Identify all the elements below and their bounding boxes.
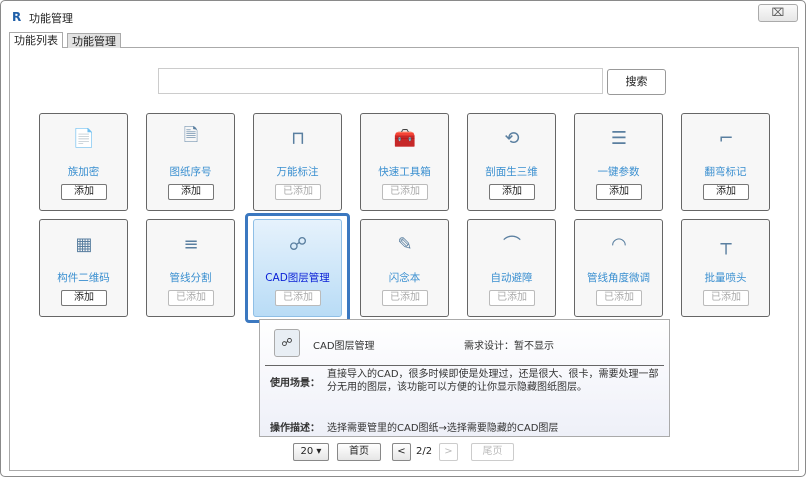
function-name: 一键参数 bbox=[597, 166, 640, 178]
function-card[interactable]: ⌒ 自动避障 已添加 bbox=[467, 219, 556, 317]
add-button[interactable]: 已添加 bbox=[275, 184, 321, 200]
function-name: 构件二维码 bbox=[57, 272, 110, 284]
close-button[interactable]: ⌧ bbox=[758, 4, 798, 22]
function-card[interactable]: ✎ 闪念本 已添加 bbox=[360, 219, 449, 317]
function-name: 自动避障 bbox=[490, 272, 533, 284]
add-button[interactable]: 已添加 bbox=[168, 290, 214, 306]
cad-layer-icon: ☍ bbox=[274, 329, 300, 357]
function-name: 剖面生三维 bbox=[485, 166, 538, 178]
add-button[interactable]: 添加 bbox=[168, 184, 214, 200]
function-card[interactable]: ⊓ 万能标注 已添加 bbox=[253, 113, 342, 211]
add-button[interactable]: 已添加 bbox=[489, 290, 535, 306]
function-card[interactable]: ▦ 构件二维码 添加 bbox=[39, 219, 128, 317]
function-card[interactable]: ⌐ 翻弯标记 添加 bbox=[681, 113, 770, 211]
window-title: 功能管理 bbox=[29, 12, 73, 25]
add-button[interactable]: 添加 bbox=[703, 184, 749, 200]
add-button[interactable]: 添加 bbox=[596, 184, 642, 200]
function-name: 闪念本 bbox=[388, 272, 421, 284]
function-card[interactable]: ⟲ 剖面生三维 添加 bbox=[467, 113, 556, 211]
tab-bar: 功能列表 功能管理 bbox=[9, 31, 799, 49]
last-page-button[interactable]: 尾页 bbox=[471, 443, 514, 461]
pipe-split-icon: ≡ bbox=[183, 233, 199, 255]
qr-code-icon: ▦ bbox=[75, 233, 93, 255]
operation-label: 操作描述： bbox=[270, 423, 320, 434]
auto-avoid-icon: ⌒ bbox=[503, 235, 521, 256]
toolbox-icon: 🧰 bbox=[393, 127, 417, 149]
tab-function-list[interactable]: 功能列表 bbox=[9, 32, 63, 49]
app-logo-icon: R bbox=[12, 10, 22, 24]
function-name: 翻弯标记 bbox=[704, 166, 747, 178]
function-card[interactable]: 🧰 快速工具箱 已添加 bbox=[360, 113, 449, 211]
title-bar: R 功能管理 ⌧ bbox=[1, 1, 805, 29]
page-indicator: 2/2 bbox=[416, 446, 433, 457]
function-card[interactable]: ≡ 管线分割 已添加 bbox=[146, 219, 235, 317]
function-name: 万能标注 bbox=[276, 166, 319, 178]
first-page-button[interactable]: 首页 bbox=[337, 443, 381, 461]
function-manager-window: R 功能管理 ⌧ 功能列表 功能管理 搜索 📄 族加密 添加 🗎 图纸序号 添加 ⊓… bbox=[0, 0, 806, 477]
function-card[interactable]: 🗎 图纸序号 添加 bbox=[146, 113, 235, 211]
usage-text: 直接导入的CAD，很多时候即使是处理过，还是很大、很卡，需要处理一部分无用的图层… bbox=[327, 369, 659, 393]
add-button[interactable]: 已添加 bbox=[703, 290, 749, 306]
add-button[interactable]: 添加 bbox=[61, 184, 107, 200]
function-name: 管线分割 bbox=[169, 272, 212, 284]
search-input[interactable] bbox=[158, 68, 603, 94]
function-name: 管线角度微调 bbox=[587, 272, 650, 284]
function-card[interactable]: ◠ 管线角度微调 已添加 bbox=[574, 219, 663, 317]
function-tooltip: ☍ CAD图层管理 需求设计：暂不显示 使用场景： 直接导入的CAD，很多时候即… bbox=[259, 319, 670, 437]
function-name: 快速工具箱 bbox=[378, 166, 431, 178]
sprinkler-icon: ┬ bbox=[720, 233, 732, 255]
tab-function-manage[interactable]: 功能管理 bbox=[67, 33, 121, 49]
page-size-select[interactable]: 20 ▾ bbox=[293, 443, 329, 461]
dimension-icon: ⊓ bbox=[290, 127, 306, 149]
function-name: 批量喷头 bbox=[704, 272, 747, 284]
search-button[interactable]: 搜索 bbox=[607, 69, 666, 95]
function-name: 族加密 bbox=[67, 166, 100, 178]
divider bbox=[265, 365, 664, 366]
operation-text: 选择需要管里的CAD图纸→选择需要隐藏的CAD图层 bbox=[327, 423, 559, 434]
usage-label: 使用场景： bbox=[270, 378, 320, 389]
tooltip-requirement: 需求设计：暂不显示 bbox=[464, 341, 554, 352]
notebook-icon: ✎ bbox=[397, 233, 413, 255]
add-button[interactable]: 已添加 bbox=[382, 184, 428, 200]
drawing-number-icon: 🗎 bbox=[183, 125, 199, 146]
hover-highlight bbox=[245, 213, 350, 323]
tooltip-title: CAD图层管理 bbox=[313, 341, 375, 352]
angle-gauge-icon: ◠ bbox=[611, 233, 627, 255]
bend-mark-icon: ⌐ bbox=[718, 127, 734, 149]
add-button[interactable]: 已添加 bbox=[596, 290, 642, 306]
function-name: 图纸序号 bbox=[169, 166, 212, 178]
next-page-button[interactable]: > bbox=[439, 443, 458, 461]
add-button[interactable]: 添加 bbox=[61, 290, 107, 306]
prev-page-button[interactable]: < bbox=[392, 443, 411, 461]
rfa-encrypt-icon: 📄 bbox=[72, 127, 96, 149]
parameters-icon: ☰ bbox=[610, 127, 628, 149]
add-button[interactable]: 添加 bbox=[489, 184, 535, 200]
section-3d-icon: ⟲ bbox=[504, 127, 520, 149]
add-button[interactable]: 已添加 bbox=[382, 290, 428, 306]
function-card[interactable]: ┬ 批量喷头 已添加 bbox=[681, 219, 770, 317]
function-card[interactable]: 📄 族加密 添加 bbox=[39, 113, 128, 211]
function-card[interactable]: ☰ 一键参数 添加 bbox=[574, 113, 663, 211]
